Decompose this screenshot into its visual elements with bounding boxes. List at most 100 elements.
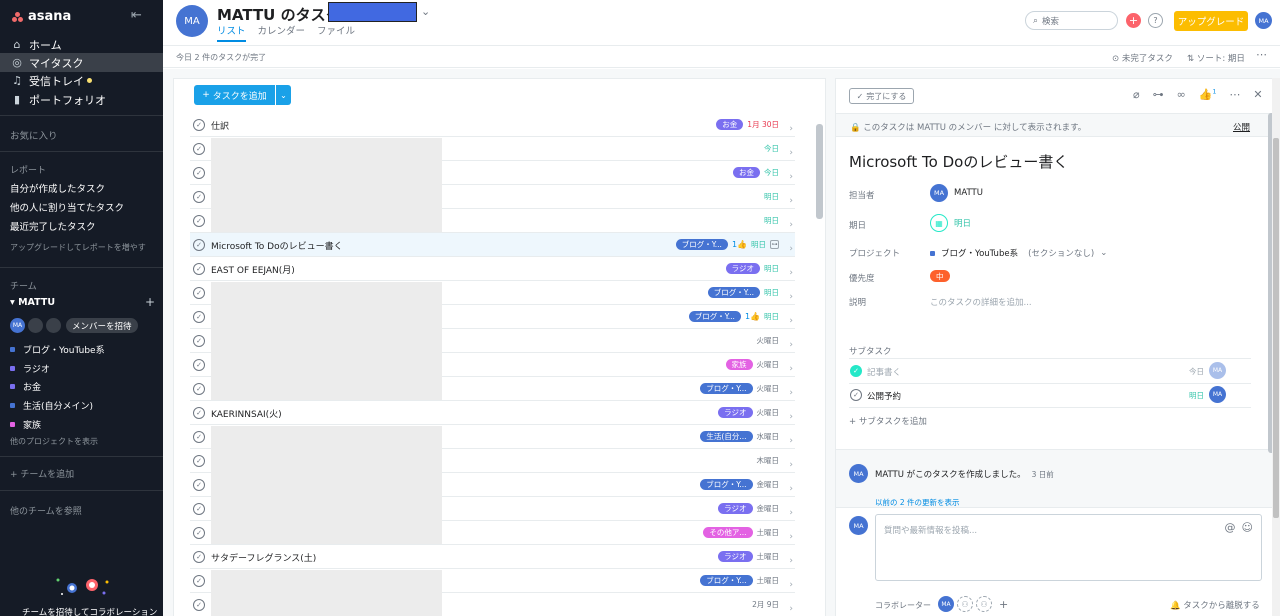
link-icon[interactable]: ∞ <box>1177 88 1186 101</box>
report-assigned-by-me[interactable]: 他の人に割り当てたタスク <box>10 200 124 214</box>
task-title[interactable]: Microsoft To Doのレビュー書く <box>849 151 1068 172</box>
project-tag[interactable]: ラジオ <box>725 263 760 274</box>
section-name[interactable]: (セクションなし) <box>1028 247 1094 259</box>
sidebar-project[interactable]: 家族 <box>10 418 41 431</box>
show-more-projects-link[interactable]: 他のプロジェクトを表示 <box>10 436 98 447</box>
chevron-right-icon[interactable]: › <box>789 604 793 614</box>
task-checkbox[interactable]: ✓ <box>193 599 205 611</box>
project-tag[interactable]: ラジオ <box>718 407 753 418</box>
chevron-right-icon[interactable]: › <box>789 340 793 350</box>
chevron-right-icon[interactable]: › <box>789 220 793 230</box>
sidebar-item-home[interactable]: ⌂ ホーム <box>0 35 163 54</box>
task-row[interactable]: ✓ 仕訳 お金 1月 30日 › <box>190 113 795 137</box>
chevron-right-icon[interactable]: › <box>789 172 793 182</box>
page-scrollbar[interactable] <box>1272 78 1280 616</box>
chevron-right-icon[interactable]: › <box>789 316 793 326</box>
task-checkbox[interactable]: ✓ <box>193 575 205 587</box>
description-field[interactable]: このタスクの詳細を追加... <box>930 296 1032 308</box>
task-checkbox[interactable]: ✓ <box>193 503 205 515</box>
more-icon[interactable]: ⋯ <box>1256 48 1267 61</box>
close-icon[interactable]: ✕ <box>1253 88 1262 101</box>
avatar-placeholder[interactable] <box>28 318 43 333</box>
add-collaborator-icon[interactable]: ⚇ <box>976 596 992 612</box>
chevron-right-icon[interactable]: › <box>789 556 793 566</box>
chevron-down-icon[interactable]: ⌄ <box>421 5 430 18</box>
project-tag[interactable]: 家族 <box>725 359 753 370</box>
add-project-icon[interactable]: + <box>145 295 155 309</box>
task-checkbox[interactable]: ✓ <box>193 143 205 155</box>
task-row[interactable]: ✓ Microsoft To Doのレビュー書く ブログ・Y... 1👍 明日 ⊶ › <box>190 233 795 257</box>
chevron-right-icon[interactable]: › <box>789 460 793 470</box>
task-row[interactable]: ✓ サタデーフレグランス(土) ラジオ 土曜日 › <box>190 545 795 569</box>
sidebar-item-inbox[interactable]: ♫ 受信トレイ <box>0 71 163 90</box>
task-name[interactable]: サタデーフレグランス(土) <box>211 551 316 564</box>
task-checkbox[interactable]: ✓ <box>193 431 205 443</box>
profile-avatar[interactable]: MA <box>1255 12 1272 29</box>
comment-input[interactable]: 質問や最新情報を投稿... @ ☺ <box>875 514 1262 581</box>
project-field[interactable]: ブログ・YouTube系 (セクションなし) ⌄ <box>930 247 1107 259</box>
assignee-field[interactable]: MA MATTU <box>930 184 983 202</box>
task-checkbox[interactable]: ✓ <box>193 239 205 251</box>
add-collaborator-icon[interactable]: ⚇ <box>957 596 973 612</box>
sidebar-project[interactable]: ブログ・YouTube系 <box>10 343 105 356</box>
report-created-by-me[interactable]: 自分が作成したタスク <box>10 181 105 195</box>
tab-files[interactable]: ファイル <box>317 23 355 42</box>
sidebar-project[interactable]: ラジオ <box>10 362 50 375</box>
sidebar-project[interactable]: 生活(自分メイン) <box>10 399 93 412</box>
project-tag[interactable]: ラジオ <box>718 551 753 562</box>
task-checkbox[interactable]: ✓ <box>193 191 205 203</box>
chevron-right-icon[interactable]: › <box>789 364 793 374</box>
due-field[interactable]: ▦ 明日 <box>930 214 971 232</box>
task-checkbox[interactable]: ✓ <box>193 479 205 491</box>
collapse-sidebar-icon[interactable]: ⇤ <box>131 8 142 23</box>
make-public-link[interactable]: 公開 <box>1233 121 1250 133</box>
task-row[interactable]: ✓ KAERINNSAI(火) ラジオ 火曜日 › <box>190 401 795 425</box>
plus-icon[interactable]: + <box>999 598 1008 611</box>
browse-teams-link[interactable]: 他のチームを参照 <box>10 504 82 517</box>
task-name[interactable]: 仕訳 <box>211 119 229 132</box>
task-checkbox[interactable]: ✓ <box>193 407 205 419</box>
project-tag[interactable]: その他ア... <box>703 527 753 538</box>
add-task-button[interactable]: + タスクを追加 <box>194 85 275 105</box>
incomplete-filter[interactable]: ⊙ 未完了タスク <box>1112 52 1173 64</box>
priority-field[interactable]: 中 <box>930 270 950 282</box>
task-name[interactable]: EAST OF EEJAN(月) <box>211 263 295 276</box>
chevron-down-icon[interactable]: ⌄ <box>1100 248 1107 258</box>
search-input[interactable]: ⌕ 検索 <box>1025 11 1118 30</box>
list-scrollbar[interactable] <box>816 124 823 219</box>
avatar[interactable]: MA <box>10 318 25 333</box>
avatar[interactable]: MA <box>1209 362 1226 379</box>
emoji-icon[interactable]: ☺ <box>1242 521 1253 534</box>
chevron-right-icon[interactable]: › <box>789 436 793 446</box>
team-mattu[interactable]: ▾ MATTU <box>10 297 55 308</box>
subtask-due[interactable]: 今日 <box>1189 366 1204 377</box>
chevron-right-icon[interactable]: › <box>789 292 793 302</box>
chevron-right-icon[interactable]: › <box>789 124 793 134</box>
subtask-row[interactable]: ✓ 記事書く 今日 MA <box>849 360 1251 382</box>
mark-complete-button[interactable]: ✓ 完了にする <box>849 88 914 104</box>
sidebar-item-my-tasks[interactable]: ◎ マイタスク <box>0 53 163 72</box>
like-icon[interactable]: 👍1 <box>1199 88 1217 101</box>
project-tag[interactable]: ラジオ <box>718 503 753 514</box>
task-checkbox[interactable]: ✓ <box>193 383 205 395</box>
task-name[interactable]: Microsoft To Doのレビュー書く <box>211 239 343 252</box>
chevron-right-icon[interactable]: › <box>789 580 793 590</box>
project-tag[interactable]: ブログ・Y... <box>707 287 760 298</box>
project-tag[interactable]: ブログ・Y... <box>700 479 753 490</box>
chevron-right-icon[interactable]: › <box>789 196 793 206</box>
avatar-placeholder[interactable] <box>46 318 61 333</box>
subtask-name[interactable]: 公開予約 <box>867 390 901 402</box>
project-tag[interactable]: 生活(自分... <box>700 431 753 442</box>
task-checkbox[interactable]: ✓ <box>193 263 205 275</box>
project-tag[interactable]: ブログ・Y... <box>700 383 753 394</box>
scrollbar-thumb[interactable] <box>1273 138 1279 518</box>
chevron-right-icon[interactable]: › <box>789 268 793 278</box>
chevron-right-icon[interactable]: › <box>789 412 793 422</box>
task-checkbox[interactable]: ✓ <box>193 119 205 131</box>
task-checkbox[interactable]: ✓ <box>193 167 205 179</box>
add-subtask-button[interactable]: + サブタスクを追加 <box>849 415 927 427</box>
add-task-dropdown[interactable]: ⌄ <box>276 85 291 105</box>
sidebar-item-portfolios[interactable]: ▮ ポートフォリオ <box>0 90 163 109</box>
chevron-right-icon[interactable]: › <box>789 388 793 398</box>
task-checkbox[interactable]: ✓ <box>193 527 205 539</box>
